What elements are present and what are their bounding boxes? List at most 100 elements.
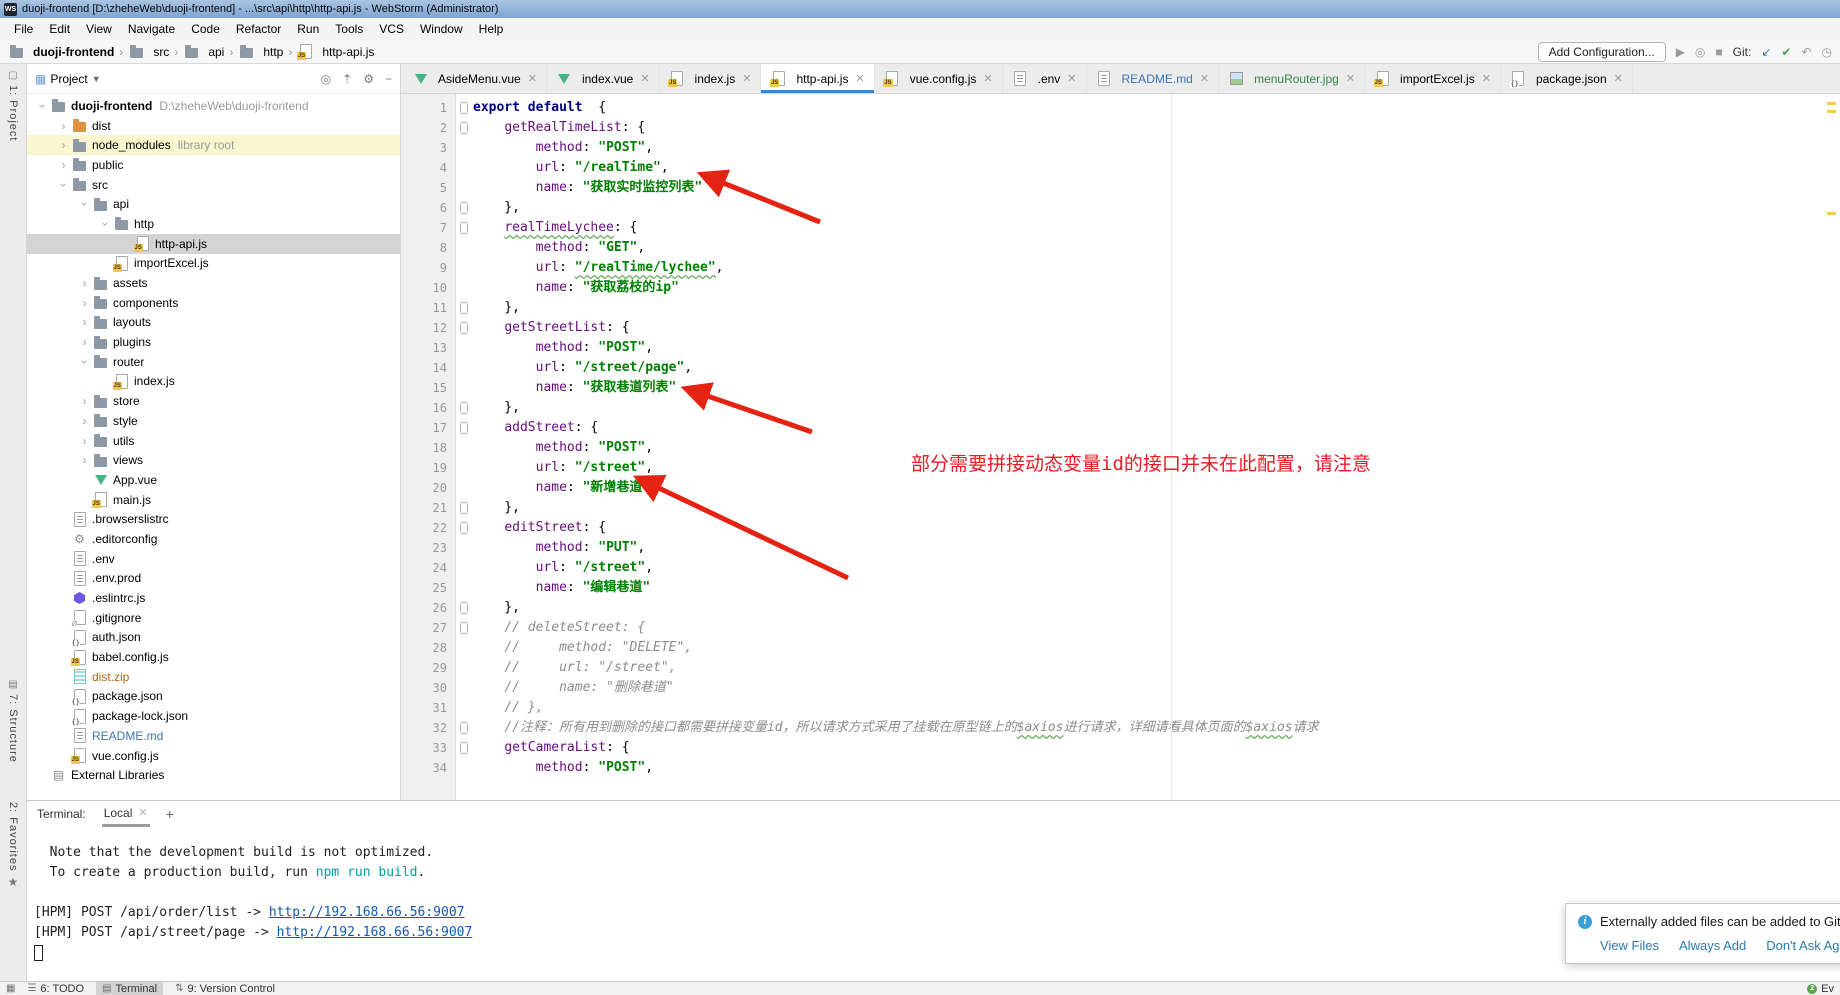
code-editor[interactable]: 1export default {2 getRealTimeList: {3 m… — [401, 94, 1840, 800]
tree-row-layouts[interactable]: ›layouts — [27, 313, 400, 333]
settings-gear-icon[interactable]: ⚙ — [363, 72, 374, 86]
terminal-tab-local[interactable]: Local ✕ — [102, 802, 150, 827]
tree-row-api[interactable]: ›api — [27, 194, 400, 214]
tree-row-dist.zip[interactable]: ›dist.zip — [27, 667, 400, 687]
fold-marker[interactable] — [455, 398, 473, 418]
menu-tools[interactable]: Tools — [327, 20, 371, 38]
tree-row-.env.prod[interactable]: ›.env.prod — [27, 569, 400, 589]
tab-index.js[interactable]: JSindex.js✕ — [660, 64, 762, 93]
tree-row-importExcel.js[interactable]: ›JSimportExcel.js — [27, 254, 400, 274]
menu-code[interactable]: Code — [183, 20, 228, 38]
tree-row-index.js[interactable]: ›JSindex.js — [27, 372, 400, 392]
tree-row-assets[interactable]: ›assets — [27, 273, 400, 293]
fold-marker[interactable] — [455, 298, 473, 318]
fold-marker[interactable] — [455, 98, 473, 118]
fold-marker[interactable] — [455, 598, 473, 618]
tree-row-router[interactable]: ›router — [27, 352, 400, 372]
tree-row-plugins[interactable]: ›plugins — [27, 332, 400, 352]
tree-row-.eslintrc.js[interactable]: ›.eslintrc.js — [27, 588, 400, 608]
close-icon[interactable]: ✕ — [742, 72, 751, 85]
locate-file-icon[interactable]: ◎ — [321, 72, 331, 86]
tree-row-package.json[interactable]: ›{}package.json — [27, 687, 400, 707]
close-icon[interactable]: ✕ — [528, 72, 537, 85]
notification-action-view-files[interactable]: View Files — [1600, 938, 1659, 953]
tree-row-duoji-frontend[interactable]: ›duoji-frontendD:\zheheWeb\duoji-fronten… — [27, 96, 400, 116]
terminal-link[interactable]: http://192.168.66.56:9007 — [269, 905, 465, 920]
tree-row-babel.config.js[interactable]: ›JSbabel.config.js — [27, 647, 400, 667]
tree-row-views[interactable]: ›views — [27, 450, 400, 470]
menu-run[interactable]: Run — [289, 20, 327, 38]
tree-row-dist[interactable]: ›dist — [27, 116, 400, 136]
tree-row-.browserslistrc[interactable]: ›.browserslistrc — [27, 509, 400, 529]
tab-importExcel.js[interactable]: JSimportExcel.js✕ — [1365, 64, 1501, 93]
tab-package.json[interactable]: {}package.json✕ — [1501, 64, 1633, 93]
tab-.env[interactable]: .env✕ — [1003, 64, 1087, 93]
chevron-expanded-icon[interactable]: › — [79, 354, 91, 369]
tree-row-auth.json[interactable]: ›{}auth.json — [27, 628, 400, 648]
tree-row-.env[interactable]: ›.env — [27, 549, 400, 569]
tab-vue.config.js[interactable]: JSvue.config.js✕ — [875, 64, 1003, 93]
chevron-collapsed-icon[interactable]: › — [77, 336, 92, 348]
chevron-collapsed-icon[interactable]: › — [77, 435, 92, 447]
menu-edit[interactable]: Edit — [41, 20, 78, 38]
close-icon[interactable]: ✕ — [1200, 72, 1209, 85]
tree-row-vue.config.js[interactable]: ›JSvue.config.js — [27, 746, 400, 766]
chevron-collapsed-icon[interactable]: › — [77, 316, 92, 328]
tree-row-http-api.js[interactable]: ›JShttp-api.js — [27, 234, 400, 254]
tab-http-api.js[interactable]: JShttp-api.js✕ — [761, 64, 874, 93]
close-icon[interactable]: ✕ — [983, 72, 992, 85]
tree-row-.editorconfig[interactable]: ›⚙.editorconfig — [27, 529, 400, 549]
fold-marker[interactable] — [455, 198, 473, 218]
rollback-icon[interactable]: ↶ — [1801, 45, 1811, 59]
chevron-expanded-icon[interactable]: › — [79, 197, 91, 212]
tab-menuRouter.jpg[interactable]: menuRouter.jpg✕ — [1219, 64, 1365, 93]
fold-marker[interactable] — [455, 418, 473, 438]
notification-action-don-t-ask-again[interactable]: Don't Ask Again — [1766, 938, 1840, 953]
debug-icon[interactable]: ◎ — [1695, 45, 1705, 59]
new-terminal-session-button[interactable]: + — [166, 806, 174, 822]
project-tool-button[interactable]: ▢ 1: Project — [0, 70, 26, 141]
event-log-button[interactable]: 2 Ev — [1807, 983, 1834, 995]
menu-refactor[interactable]: Refactor — [228, 20, 289, 38]
hide-panel-icon[interactable]: − — [385, 72, 392, 86]
menu-window[interactable]: Window — [412, 20, 471, 38]
tree-row-main.js[interactable]: ›JSmain.js — [27, 490, 400, 510]
favorites-tool-button[interactable]: 2: Favorites ★ — [0, 802, 26, 889]
chevron-collapsed-icon[interactable]: › — [77, 395, 92, 407]
close-icon[interactable]: ✕ — [1346, 72, 1355, 85]
close-icon[interactable]: ✕ — [1614, 72, 1623, 85]
tree-row-node_modules[interactable]: ›node_moduleslibrary root — [27, 135, 400, 155]
tree-row-utils[interactable]: ›utils — [27, 431, 400, 451]
run-icon[interactable]: ▶ — [1676, 45, 1685, 59]
add-configuration-button[interactable]: Add Configuration... — [1538, 42, 1666, 62]
chevron-collapsed-icon[interactable]: › — [77, 297, 92, 309]
fold-marker[interactable] — [455, 318, 473, 338]
chevron-expanded-icon[interactable]: › — [100, 216, 112, 231]
version-control-button[interactable]: ⇅9: Version Control — [169, 982, 281, 995]
menu-vcs[interactable]: VCS — [371, 20, 412, 38]
chevron-collapsed-icon[interactable]: › — [77, 454, 92, 466]
tree-row-.gitignore[interactable]: ›.gitignore — [27, 608, 400, 628]
tab-AsideMenu.vue[interactable]: AsideMenu.vue✕ — [403, 64, 547, 93]
tree-row-public[interactable]: ›public — [27, 155, 400, 175]
structure-tool-button[interactable]: ▤ 7: Structure — [0, 679, 26, 763]
update-project-icon[interactable]: ↙ — [1761, 45, 1771, 59]
chevron-collapsed-icon[interactable]: › — [56, 120, 71, 132]
terminal-button[interactable]: ▤Terminal — [96, 982, 163, 995]
tab-index.vue[interactable]: index.vue✕ — [547, 64, 660, 93]
collapse-all-icon[interactable]: ⇡ — [342, 72, 352, 86]
fold-marker[interactable] — [455, 218, 473, 238]
terminal-link[interactable]: http://192.168.66.56:9007 — [277, 925, 473, 940]
menu-help[interactable]: Help — [471, 20, 512, 38]
tree-row-components[interactable]: ›components — [27, 293, 400, 313]
fold-marker[interactable] — [455, 118, 473, 138]
menu-view[interactable]: View — [78, 20, 120, 38]
chevron-collapsed-icon[interactable]: › — [56, 159, 71, 171]
breadcrumb-item-http[interactable]: http — [238, 45, 283, 59]
breadcrumb-item-src[interactable]: src — [128, 45, 169, 59]
close-icon[interactable]: ✕ — [640, 72, 649, 85]
close-icon[interactable]: ✕ — [1482, 72, 1491, 85]
tree-row-External Libraries[interactable]: ›▤External Libraries — [27, 765, 400, 785]
project-panel-title-button[interactable]: ▦ Project ▼ — [35, 72, 101, 86]
fold-marker[interactable] — [455, 718, 473, 738]
